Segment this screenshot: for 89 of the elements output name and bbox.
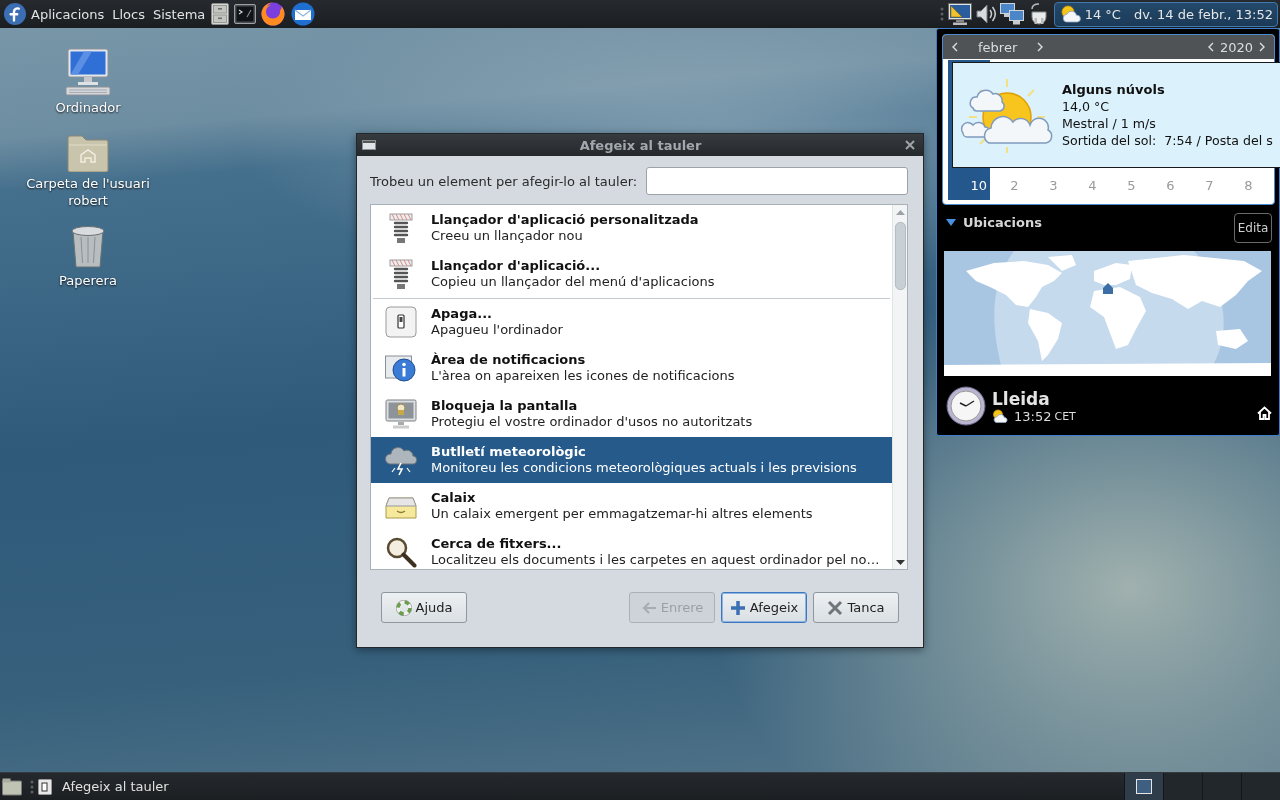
file-cabinet-icon[interactable] bbox=[211, 3, 230, 25]
power-switch-icon bbox=[385, 306, 417, 338]
local-time: 13:52 bbox=[1014, 408, 1052, 424]
show-desktop-icon[interactable] bbox=[2, 777, 22, 796]
item-description: Creeu un llançador nou bbox=[431, 228, 583, 244]
list-item[interactable]: Bloqueja la pantalla Protegiu el vostre ordinador d'usos no autoritzats bbox=[371, 391, 892, 437]
storm-cloud-icon bbox=[385, 444, 417, 476]
arrow-left-icon bbox=[640, 599, 657, 616]
chevron-left-icon[interactable] bbox=[952, 42, 958, 52]
taskbar-button[interactable]: Afegeix al tauler bbox=[35, 774, 177, 799]
clock-button[interactable]: 14 °C dv. 14 de febr., 13:52 bbox=[1053, 1, 1278, 27]
item-description: Monitoreu les condicions meteorològiques actuals i les previsions bbox=[431, 460, 857, 476]
item-title: Calaix bbox=[431, 489, 476, 506]
terminal-icon[interactable] bbox=[234, 4, 257, 24]
item-title: Cerca de fitxers... bbox=[431, 535, 562, 552]
search-label: Trobeu un element per afegir-lo al tauler: bbox=[370, 173, 638, 189]
item-description: Localitzeu els documents i les carpetes en aquest ordinador pel no… bbox=[431, 552, 880, 568]
menu-button[interactable]: Aplicacions bbox=[28, 3, 108, 25]
close-button[interactable]: Tanca bbox=[813, 592, 899, 623]
list-item[interactable]: Llançador d'aplicació... Copieu un llançador del menú d'aplicacions bbox=[371, 251, 892, 297]
city-name: Lleida bbox=[992, 388, 1050, 409]
envelope-icon[interactable] bbox=[290, 2, 317, 26]
year-label: 2020 bbox=[1219, 39, 1253, 55]
chevron-right-icon[interactable] bbox=[1259, 42, 1265, 52]
menu-button[interactable]: Sistema bbox=[149, 3, 209, 25]
drag-handle-icon bbox=[939, 7, 944, 21]
item-title: Àrea de notificacions bbox=[431, 351, 586, 368]
item-description: Copieu un llançador del menú d'aplicacions bbox=[431, 274, 715, 290]
window-icon[interactable] bbox=[362, 140, 376, 150]
workspace-button[interactable] bbox=[1124, 773, 1163, 800]
sun-cloud-icon bbox=[1059, 5, 1082, 23]
home-folder-icon[interactable] bbox=[67, 132, 109, 172]
search-field[interactable] bbox=[646, 167, 908, 195]
scrollbar[interactable] bbox=[892, 205, 907, 569]
scroll-down-icon[interactable] bbox=[895, 560, 905, 565]
sun-cloud-icon bbox=[959, 77, 1055, 153]
info-icon bbox=[385, 352, 417, 384]
computer-icon[interactable] bbox=[64, 48, 112, 96]
add-button[interactable]: Afegeix bbox=[721, 592, 807, 623]
clock-icon bbox=[946, 386, 986, 426]
chevron-left-icon[interactable] bbox=[1207, 42, 1214, 52]
temperature-text: 14,0 °C bbox=[1062, 98, 1110, 115]
list-item[interactable]: Àrea de notificacions L'àrea on apareixen les icones de notificacions bbox=[371, 345, 892, 391]
sun-cloud-icon bbox=[992, 409, 1008, 423]
list-item[interactable]: Apaga... Apagueu l'ordinador bbox=[371, 299, 892, 345]
triangle-down-icon[interactable] bbox=[946, 218, 956, 226]
monitor-ruler-icon[interactable] bbox=[947, 3, 972, 25]
search-icon bbox=[385, 536, 417, 568]
month-label: febrer bbox=[978, 39, 1018, 55]
close-icon bbox=[827, 599, 844, 616]
scrollbar-thumb[interactable] bbox=[894, 222, 906, 290]
menu-button[interactable]: Llocs bbox=[109, 3, 148, 25]
sun-times-text: Sortida del sol: 7:54 / Posta del s bbox=[1062, 132, 1273, 149]
speaker-icon[interactable] bbox=[975, 3, 996, 25]
item-title: Bloqueja la pantalla bbox=[431, 397, 578, 414]
close-icon[interactable] bbox=[905, 140, 915, 150]
icon-label[interactable]: Paperera bbox=[59, 272, 117, 289]
item-title: Llançador d'aplicació... bbox=[431, 257, 601, 274]
lifebuoy-icon bbox=[395, 599, 412, 616]
edit-button[interactable]: Edita bbox=[1234, 213, 1272, 243]
chevron-right-icon[interactable] bbox=[1037, 42, 1044, 52]
list-item[interactable]: Cerca de fitxers... Localitzeu els documents i les carpetes en aquest ordinador pel no… bbox=[371, 529, 892, 569]
icon-label[interactable]: Carpeta de l'usuari robert bbox=[23, 175, 153, 209]
list-item[interactable]: Calaix Un calaix emergent per emmagatzemar-hi altres elements bbox=[371, 483, 892, 529]
logo-icon[interactable] bbox=[4, 3, 26, 25]
wind-text: Mestral / 1 m/s bbox=[1062, 115, 1156, 132]
globe-icon[interactable] bbox=[261, 2, 286, 26]
help-button[interactable]: Ajuda bbox=[381, 592, 467, 623]
item-description: Un calaix emergent per emmagatzemar-hi altres elements bbox=[431, 506, 813, 522]
home-marker-icon bbox=[1103, 283, 1113, 294]
week-number: 10 bbox=[970, 177, 987, 195]
window-title: Afegeix al tauler bbox=[578, 137, 703, 153]
item-title: Butlletí meteorològic bbox=[431, 443, 586, 460]
item-title: Llançador d'aplicació personalitzada bbox=[431, 211, 699, 228]
network-icon[interactable] bbox=[999, 3, 1024, 25]
item-description: Apagueu l'ordinador bbox=[431, 322, 563, 338]
list-item[interactable]: Butlletí meteorològic Monitoreu les condicions meteorològiques actuals i les previsions bbox=[371, 437, 892, 483]
item-description: L'àrea on apareixen les icones de notificacions bbox=[431, 368, 735, 384]
item-title: Apaga... bbox=[431, 305, 493, 322]
locked-monitor-icon bbox=[385, 398, 417, 430]
section-heading: Ubicacions bbox=[963, 214, 1042, 230]
window-icon bbox=[38, 778, 52, 795]
drag-handle-icon bbox=[30, 779, 34, 794]
plus-icon bbox=[729, 599, 746, 616]
timezone-text: CET bbox=[1054, 409, 1076, 423]
weather-condition: Alguns núvols bbox=[1062, 81, 1165, 98]
list-item[interactable]: Llançador d'aplicació personalitzada Creeu un llançador nou bbox=[371, 205, 892, 251]
trash-icon[interactable] bbox=[70, 225, 106, 269]
item-description: Protegiu el vostre ordinador d'usos no autoritzats bbox=[431, 414, 753, 430]
